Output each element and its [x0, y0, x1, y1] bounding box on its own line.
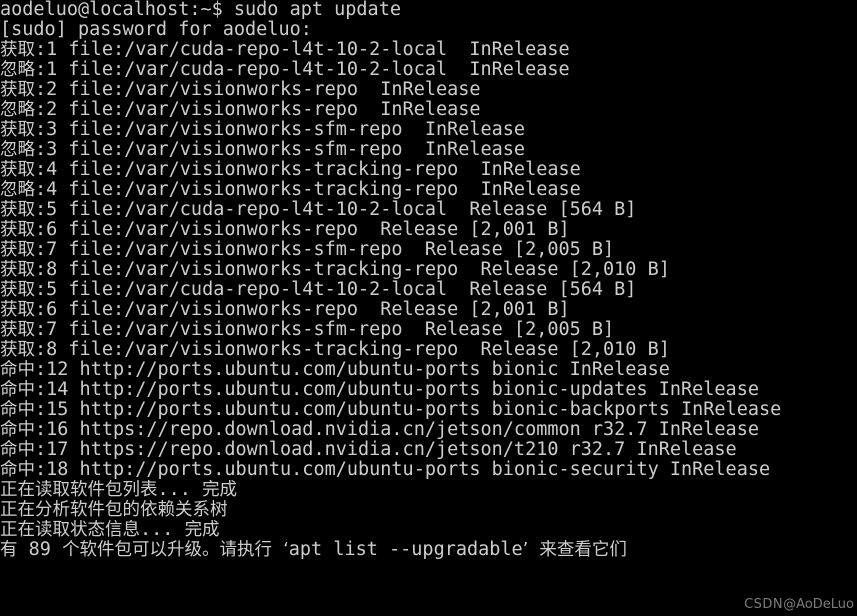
terminal-line: 忽略:1 file:/var/cuda-repo-l4t-10-2-local …: [0, 60, 570, 80]
terminal-window[interactable]: aodeluo@localhost:~$ sudo apt update [sud…: [0, 0, 857, 616]
terminal-line: 获取:6 file:/var/visionworks-repo Release …: [0, 300, 570, 320]
terminal-line: 命中:18 http://ports.ubuntu.com/ubuntu-por…: [0, 460, 771, 480]
terminal-line: 获取:7 file:/var/visionworks-sfm-repo Rele…: [0, 240, 615, 260]
terminal-line: 忽略:2 file:/var/visionworks-repo InReleas…: [0, 100, 481, 120]
terminal-line: 获取:8 file:/var/visionworks-tracking-repo…: [0, 260, 670, 280]
terminal-line: 命中:17 https://repo.download.nvidia.cn/je…: [0, 440, 737, 460]
terminal-line: aodeluo@localhost:~$ sudo apt update: [0, 0, 401, 20]
terminal-line: 获取:5 file:/var/cuda-repo-l4t-10-2-local …: [0, 200, 637, 220]
terminal-line: 正在读取状态信息... 完成: [0, 520, 220, 540]
terminal-line: 有 89 个软件包可以升级。请执行 ‘apt list --upgradable…: [0, 540, 627, 560]
terminal-line: 正在分析软件包的依赖关系树: [0, 500, 228, 520]
terminal-line: [sudo] password for aodeluo:: [0, 20, 312, 40]
terminal-line: 获取:2 file:/var/visionworks-repo InReleas…: [0, 80, 481, 100]
terminal-line: 正在读取软件包列表... 完成: [0, 480, 238, 500]
terminal-line: 获取:5 file:/var/cuda-repo-l4t-10-2-local …: [0, 280, 637, 300]
terminal-line: 命中:15 http://ports.ubuntu.com/ubuntu-por…: [0, 400, 782, 420]
terminal-line: 获取:4 file:/var/visionworks-tracking-repo…: [0, 160, 581, 180]
watermark: CSDN@AoDeLuo: [744, 597, 854, 613]
terminal-line: 命中:12 http://ports.ubuntu.com/ubuntu-por…: [0, 360, 670, 380]
terminal-line: 命中:14 http://ports.ubuntu.com/ubuntu-por…: [0, 380, 759, 400]
terminal-output[interactable]: aodeluo@localhost:~$ sudo apt update [sud…: [0, 0, 857, 560]
watermark-handle: @AoDeLuo: [783, 597, 854, 612]
terminal-line: 忽略:4 file:/var/visionworks-tracking-repo…: [0, 180, 581, 200]
terminal-line: 获取:7 file:/var/visionworks-sfm-repo Rele…: [0, 320, 615, 340]
watermark-brand: CSDN: [744, 597, 784, 612]
terminal-line: 获取:1 file:/var/cuda-repo-l4t-10-2-local …: [0, 40, 570, 60]
terminal-line: 获取:6 file:/var/visionworks-repo Release …: [0, 220, 570, 240]
terminal-line: 获取:8 file:/var/visionworks-tracking-repo…: [0, 340, 670, 360]
terminal-line: 获取:3 file:/var/visionworks-sfm-repo InRe…: [0, 120, 526, 140]
terminal-line: 忽略:3 file:/var/visionworks-sfm-repo InRe…: [0, 140, 526, 160]
terminal-line: 命中:16 https://repo.download.nvidia.cn/je…: [0, 420, 759, 440]
